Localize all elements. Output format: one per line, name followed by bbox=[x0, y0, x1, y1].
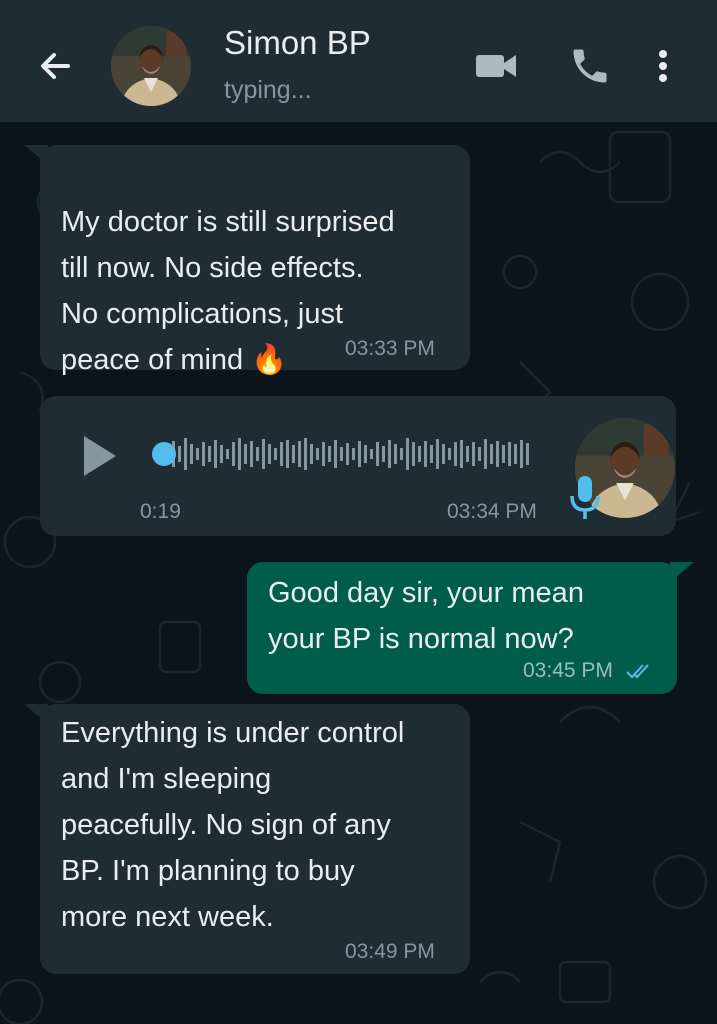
fire-emoji: 🔥 bbox=[251, 344, 288, 376]
microphone-icon bbox=[568, 474, 602, 520]
message-time: 03:33 PM bbox=[345, 337, 435, 360]
whatsapp-chat-screen: Simon BP typing... My doctor is still su… bbox=[0, 0, 717, 1024]
chat-header: Simon BP typing... bbox=[0, 0, 717, 122]
message-time: 03:45 PM bbox=[523, 659, 613, 682]
play-icon[interactable] bbox=[80, 434, 120, 478]
message-text: Good day sir, your mean your BP is norma… bbox=[268, 577, 584, 655]
typing-status: typing... bbox=[224, 76, 312, 104]
incoming-message-bubble[interactable]: Everything is under control and I'm slee… bbox=[40, 704, 470, 974]
voice-duration: 0:19 bbox=[140, 500, 181, 523]
bubble-tail bbox=[24, 145, 48, 165]
double-check-read-icon bbox=[626, 664, 649, 679]
message-time: 03:34 PM bbox=[447, 500, 537, 523]
back-arrow-icon[interactable] bbox=[32, 42, 80, 90]
audio-waveform[interactable] bbox=[150, 432, 540, 476]
outgoing-message-bubble[interactable]: Good day sir, your mean your BP is norma… bbox=[247, 562, 677, 694]
bubble-tail bbox=[670, 562, 694, 582]
contact-avatar[interactable] bbox=[111, 26, 191, 106]
phone-icon[interactable] bbox=[568, 44, 612, 88]
playback-position-dot[interactable] bbox=[152, 442, 176, 466]
bubble-tail bbox=[24, 704, 48, 724]
message-text: Everything is under control and I'm slee… bbox=[61, 717, 405, 933]
contact-name[interactable]: Simon BP bbox=[224, 24, 371, 62]
video-camera-icon[interactable] bbox=[474, 50, 518, 82]
more-vertical-icon[interactable] bbox=[650, 44, 676, 88]
incoming-message-bubble[interactable]: My doctor is still surprised till now. N… bbox=[40, 145, 470, 376]
message-time: 03:49 PM bbox=[345, 940, 435, 963]
